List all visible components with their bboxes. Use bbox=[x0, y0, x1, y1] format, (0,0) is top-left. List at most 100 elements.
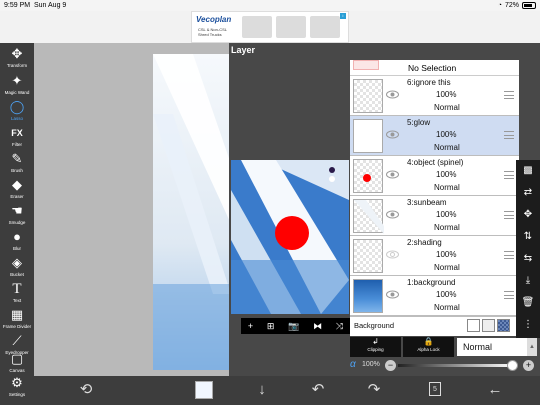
layer-row-4[interactable]: 4:object (spinel) 100% Normal bbox=[350, 156, 519, 196]
checker-icon[interactable]: ▩ bbox=[516, 160, 540, 182]
eye-icon[interactable] bbox=[386, 130, 399, 139]
eye-icon[interactable] bbox=[386, 210, 399, 219]
selection-thumbnail bbox=[353, 60, 379, 70]
preview-toolbar: + ⊞ 📷 ⧓ ⤨ bbox=[241, 318, 350, 334]
alpha-slider[interactable] bbox=[398, 364, 513, 367]
layer-list: No Selection 6:ignore this 100% Normal 5… bbox=[350, 60, 519, 336]
blend-mode-select[interactable]: Normal bbox=[457, 338, 527, 356]
layer-panel: Layer + ⊞ 📷 ⧓ ⤨ No Selection 6:ignore th… bbox=[229, 43, 540, 376]
background-light-swatch[interactable] bbox=[482, 319, 495, 332]
canvas-icon: ▢ bbox=[10, 351, 24, 366]
layer-row-2[interactable]: 2:shading 100% Normal bbox=[350, 236, 519, 276]
layers-count-button[interactable]: 5 bbox=[429, 382, 441, 396]
layer-blend: Normal bbox=[434, 223, 460, 232]
layer-blend: Normal bbox=[434, 263, 460, 272]
eye-hidden-icon[interactable] bbox=[386, 250, 399, 259]
transfer-icon[interactable]: ⇄ bbox=[516, 182, 540, 204]
background-transparent-swatch[interactable] bbox=[497, 319, 510, 332]
flip-vertical-icon[interactable]: ⇅ bbox=[516, 226, 540, 248]
back-arrow-icon[interactable]: ← bbox=[484, 381, 506, 399]
drag-handle-icon[interactable] bbox=[504, 291, 514, 299]
eye-icon[interactable] bbox=[386, 170, 399, 179]
more-icon[interactable]: ⋮ bbox=[516, 314, 540, 336]
truck-image bbox=[310, 16, 340, 38]
truck-image bbox=[242, 16, 272, 38]
truck-image bbox=[276, 16, 306, 38]
add-copy-icon[interactable]: ⊞ bbox=[267, 318, 275, 334]
merge-down-icon[interactable]: ⤓ bbox=[516, 270, 540, 292]
flip-vertical-icon[interactable]: ⤨ bbox=[336, 318, 343, 334]
drag-handle-icon[interactable] bbox=[504, 171, 514, 179]
layer-blend: Normal bbox=[434, 103, 460, 112]
lasso-icon: ◯ bbox=[9, 99, 25, 114]
fx-icon: FX bbox=[11, 128, 23, 138]
status-date: Sun Aug 9 bbox=[34, 2, 67, 9]
status-bar: 9:59 PM Sun Aug 9 ◔ 72% bbox=[0, 0, 540, 11]
selection-layer-row[interactable]: No Selection bbox=[350, 60, 519, 76]
rotate-icon[interactable]: ⟲ bbox=[74, 381, 98, 399]
drag-handle-icon[interactable] bbox=[504, 211, 514, 219]
layer-opacity: 100% bbox=[436, 290, 457, 299]
flip-icon[interactable]: ⧓ bbox=[313, 318, 322, 334]
eye-icon[interactable] bbox=[386, 290, 399, 299]
status-right: ◔ 72% bbox=[498, 0, 536, 11]
bottom-toolbar: ⟲ ↓ ↶ ↷ 5 ← bbox=[34, 376, 540, 405]
layer-thumbnail bbox=[353, 279, 383, 313]
layer-blend: Normal bbox=[434, 183, 460, 192]
trash-icon[interactable]: 🗑 bbox=[516, 292, 540, 314]
tool-sidebar: ✥ Transform ✦ Magic Wand ◯ Lasso FX Filt… bbox=[0, 43, 34, 405]
layer-name: 5:glow bbox=[407, 118, 431, 127]
layer-name: 1:background bbox=[407, 278, 456, 287]
gear-icon: ⚙ bbox=[11, 375, 23, 390]
background-white-swatch[interactable] bbox=[467, 319, 480, 332]
alpha-plus-button[interactable]: + bbox=[523, 360, 534, 371]
eyedropper-icon: ⟋ bbox=[12, 333, 22, 348]
drag-handle-icon[interactable] bbox=[504, 131, 514, 139]
layer-row-6[interactable]: 6:ignore this 100% Normal bbox=[350, 76, 519, 116]
eye-icon[interactable] bbox=[386, 90, 399, 99]
tool-transform[interactable]: ✥ Transform bbox=[0, 45, 34, 75]
layer-thumbnail bbox=[353, 119, 383, 153]
drag-handle-icon[interactable] bbox=[504, 251, 514, 259]
layer-thumbnail bbox=[353, 159, 383, 193]
arrow-down-icon[interactable]: ↓ bbox=[252, 381, 272, 399]
bucket-icon: ◈ bbox=[12, 255, 22, 270]
ad-banner[interactable]: Vecoplan CSL & Non-CSL Shred Trucks i bbox=[191, 11, 349, 43]
drag-handle-icon[interactable] bbox=[504, 91, 514, 99]
layer-opacity: 100% bbox=[436, 90, 457, 99]
layer-name: 6:ignore this bbox=[407, 78, 451, 87]
brush-icon: ✎ bbox=[11, 151, 23, 166]
artwork-canvas[interactable] bbox=[153, 54, 231, 370]
tool-settings[interactable]: ⚙ Settings bbox=[0, 374, 34, 404]
add-layer-icon[interactable]: + bbox=[248, 318, 253, 334]
alpha-lock-button[interactable]: 🔒 Alpha Lock bbox=[403, 337, 454, 357]
clip-row: ↲ Clipping 🔒 Alpha Lock Normal ▲ bbox=[350, 337, 537, 357]
layer-opacity: 100% bbox=[436, 250, 457, 259]
move-icon[interactable]: ✥ bbox=[516, 204, 540, 226]
chevron-up-icon[interactable]: ▲ bbox=[527, 338, 537, 356]
ad-brand: Vecoplan bbox=[196, 15, 232, 24]
camera-icon[interactable]: 📷 bbox=[288, 318, 299, 334]
no-selection-label: No Selection bbox=[408, 63, 457, 73]
layer-row-3[interactable]: 3:sunbeam 100% Normal bbox=[350, 196, 519, 236]
redo-icon[interactable]: ↷ bbox=[364, 381, 384, 399]
alpha-minus-button[interactable]: − bbox=[385, 360, 396, 371]
layer-row-1[interactable]: 1:background 100% Normal bbox=[350, 276, 519, 316]
layer-thumbnail bbox=[353, 199, 384, 234]
color-swatch[interactable] bbox=[195, 381, 213, 399]
move-icon: ✥ bbox=[11, 46, 23, 61]
clipping-button[interactable]: ↲ Clipping bbox=[350, 337, 401, 357]
layer-row-5[interactable]: 5:glow 100% Normal bbox=[350, 116, 519, 156]
alpha-slider-knob[interactable] bbox=[507, 360, 518, 371]
wifi-icon: ◔ bbox=[497, 2, 502, 9]
ad-info-icon[interactable]: i bbox=[340, 13, 346, 19]
red-object-thumbnail bbox=[363, 174, 371, 182]
lock-icon: 🔒 bbox=[423, 337, 434, 346]
layer-opacity: 100% bbox=[436, 210, 457, 219]
flip-horizontal-icon[interactable]: ⇆ bbox=[516, 248, 540, 270]
sunbeam-artwork bbox=[153, 54, 231, 370]
layer-name: 4:object (spinel) bbox=[407, 158, 464, 167]
undo-icon[interactable]: ↶ bbox=[308, 381, 328, 399]
alpha-symbol: α bbox=[350, 359, 356, 370]
layer-name: 3:sunbeam bbox=[407, 198, 447, 207]
